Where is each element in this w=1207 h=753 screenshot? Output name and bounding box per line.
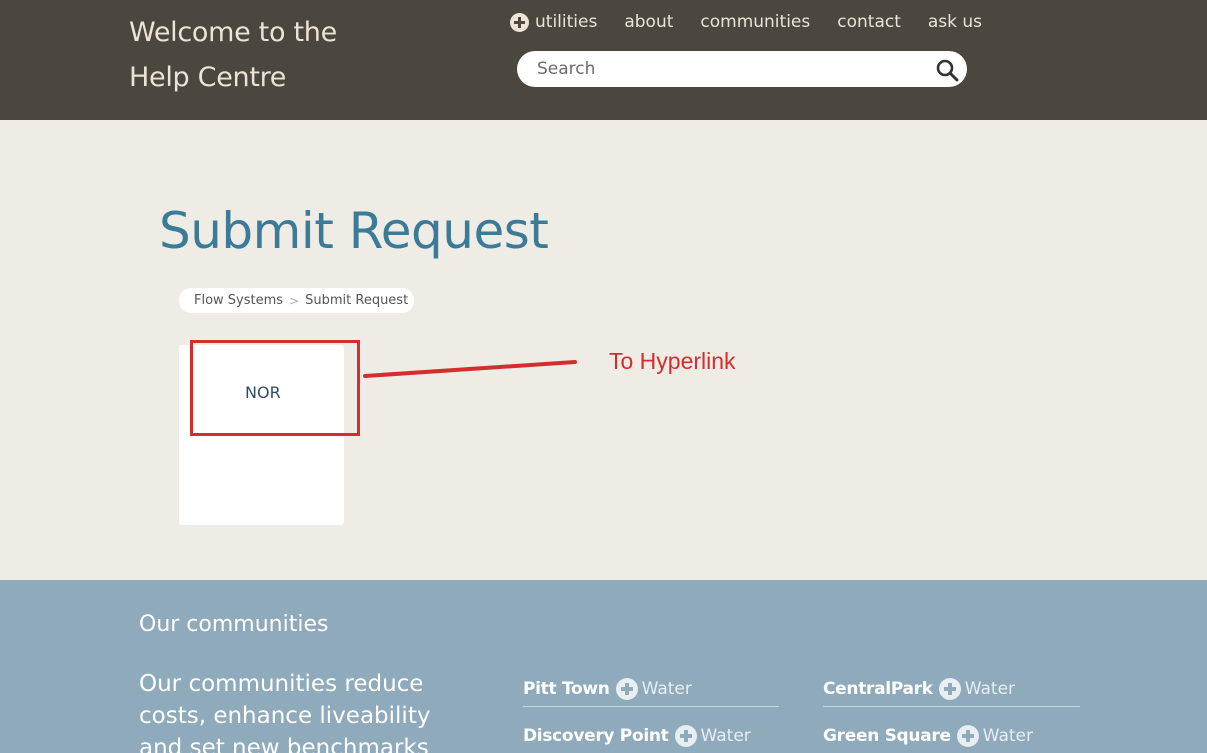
page-title: Submit Request <box>159 202 549 260</box>
site-footer: Our communities Our communities reduce c… <box>0 580 1207 753</box>
search-icon[interactable] <box>935 58 959 82</box>
nav-utilities-label: utilities <box>535 12 598 32</box>
nav-ask-us-label: ask us <box>927 12 983 32</box>
nav-ask-us[interactable]: ask us <box>928 12 982 32</box>
community-link-centralpark[interactable]: CentralPark Water <box>823 678 1080 707</box>
main-nav: utilities about communities contact ask … <box>510 12 982 32</box>
site-title[interactable]: Welcome to the Help Centre <box>129 10 337 100</box>
community-name: Pitt Town <box>523 679 610 699</box>
nav-contact[interactable]: contact <box>837 12 901 32</box>
community-link-discovery-point[interactable]: Discovery Point Water <box>523 725 779 753</box>
community-suffix: Water <box>964 679 1016 699</box>
nav-about-label: about <box>624 12 674 32</box>
community-suffix: Water <box>982 726 1033 746</box>
annotation-highlight-box <box>190 340 360 436</box>
community-name: Green Square <box>823 726 951 746</box>
breadcrumb-item-flow-systems[interactable]: Flow Systems <box>194 293 283 308</box>
community-name: Discovery Point <box>523 726 669 746</box>
site-title-line1: Welcome to the <box>129 17 337 48</box>
site-title-line2: Help Centre <box>129 62 287 93</box>
community-suffix: Water <box>700 726 751 746</box>
nav-about[interactable]: about <box>624 12 673 32</box>
plus-circle-icon <box>956 725 979 747</box>
nav-contact-label: contact <box>837 12 901 32</box>
breadcrumb-item-submit-request[interactable]: Submit Request <box>305 293 408 308</box>
search-input[interactable] <box>537 57 927 81</box>
footer-heading: Our communities <box>139 612 329 637</box>
main-content: Submit Request Flow Systems > Submit Req… <box>0 120 1207 580</box>
nav-communities[interactable]: communities <box>700 12 810 32</box>
community-link-green-square[interactable]: Green Square Water <box>823 725 1080 753</box>
search-bar <box>517 51 967 87</box>
annotation-pointer-line <box>363 360 577 378</box>
site-header: Welcome to the Help Centre utilities abo… <box>0 0 1207 120</box>
community-link-pitt-town[interactable]: Pitt Town Water <box>523 678 779 707</box>
plus-circle-icon <box>615 678 638 700</box>
breadcrumb: Flow Systems > Submit Request <box>179 288 415 313</box>
plus-circle-icon <box>938 678 961 700</box>
nav-communities-label: communities <box>700 12 811 32</box>
nav-utilities[interactable]: utilities <box>510 12 597 32</box>
chevron-right-icon: > <box>289 293 300 308</box>
footer-description: Our communities reduce costs, enhance li… <box>139 671 431 753</box>
community-name: CentralPark <box>823 679 933 699</box>
plus-circle-icon <box>674 725 697 747</box>
community-suffix: Water <box>641 679 692 699</box>
plus-circle-icon <box>510 12 529 32</box>
annotation-text: To Hyperlink <box>609 348 736 374</box>
